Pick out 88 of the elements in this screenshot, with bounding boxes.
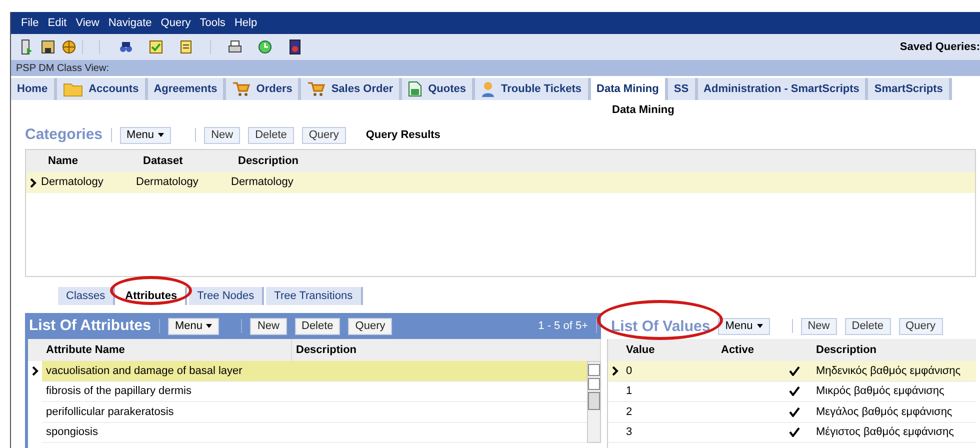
menu-button[interactable]: Menu [168, 318, 220, 334]
table-cell-text: Μικρός βαθμός εμφάνισης [815, 384, 946, 399]
toolbar-button[interactable]: Delete [248, 126, 294, 144]
column-header[interactable]: Dataset [135, 150, 230, 172]
printer-icon[interactable] [227, 39, 243, 55]
toolbar-button[interactable]: New [204, 126, 240, 144]
table-cell-text: Dermatology [40, 175, 104, 190]
clock-icon[interactable] [257, 39, 273, 55]
screen-tab[interactable]: Trouble Tickets [475, 78, 591, 100]
screen-tab[interactable]: Quotes [402, 78, 476, 100]
screen-tab[interactable]: Orders [226, 78, 302, 100]
table-cell-text: Μεγάλος βαθμός εμφάνισης [815, 404, 954, 420]
table-cell-text: Dermatology [135, 175, 200, 190]
view-tab[interactable]: Classes [58, 287, 116, 305]
menu-button[interactable]: Menu [718, 318, 770, 334]
table-cell-text: perifollicular parakeratosis [46, 404, 174, 420]
table-row[interactable]: 3 Μέγιστος βαθμός εμφάνισης [608, 422, 976, 443]
view-tab[interactable]: Tree Transitions [266, 287, 363, 305]
report-icon[interactable] [287, 39, 303, 55]
cart-icon [307, 81, 326, 97]
column-header[interactable]: Description [230, 150, 325, 172]
screen-tab[interactable]: Sales Order [301, 78, 402, 100]
column-header[interactable]: Value [622, 339, 717, 361]
caret-icon [756, 324, 763, 328]
view-tab[interactable]: Tree Nodes [189, 287, 264, 305]
table-cell-text: Μηδενικός βαθμός εμφάνισης [815, 364, 962, 378]
subview-link[interactable]: Data Mining [612, 102, 674, 118]
menu-item[interactable]: Help [234, 14, 258, 32]
applet-title: List Of Attributes [29, 316, 151, 336]
folder-icon [62, 81, 83, 97]
saved-queries-label: Saved Queries: [900, 40, 980, 55]
menu-item[interactable]: File [21, 14, 39, 32]
toolbar-button[interactable]: Query [302, 126, 346, 144]
menu-item[interactable]: Edit [48, 14, 67, 32]
scroll-bar[interactable] [587, 361, 601, 443]
screen-tab[interactable]: Accounts [56, 78, 148, 100]
toolbar-button[interactable]: Query [898, 318, 943, 334]
table-cell-text: vacuolisation and damage of basal layer [46, 364, 242, 378]
toolbar-button[interactable]: New [800, 318, 837, 334]
screen-tab[interactable]: SmartScripts [868, 78, 952, 100]
record-count: 1 - 5 of 5+ [538, 318, 588, 334]
table-row[interactable]: 0 Μηδενικός βαθμός εμφάνισης [608, 361, 976, 382]
caret-icon [158, 133, 164, 137]
menu-item[interactable]: Query [160, 14, 191, 32]
toolbar-button[interactable]: Delete [844, 318, 891, 334]
table-row[interactable]: 1 Μικρός βαθμός εμφάνισης [608, 382, 976, 402]
menu-item[interactable]: Tools [200, 14, 226, 32]
cart-icon [232, 81, 250, 97]
menu-item[interactable]: Navigate [108, 14, 152, 32]
applet-title: List Of Values [611, 318, 710, 334]
table-cell-text: spongiosis [46, 425, 98, 440]
toolbar-button[interactable]: Delete [294, 318, 340, 334]
table-cell-text: Μέγιστος βαθμός εμφάνισης [815, 425, 955, 440]
document-icon [408, 81, 422, 97]
caret-icon [206, 324, 212, 328]
table-cell-text: 0 [625, 364, 634, 378]
current-row-icon [30, 178, 36, 188]
menu-button[interactable]: Menu [120, 126, 172, 144]
menu-item[interactable]: View [76, 14, 100, 32]
screen-tab[interactable]: SS [668, 78, 698, 100]
column-header[interactable]: Name [40, 150, 135, 172]
table-row[interactable]: spongiosis [42, 422, 587, 443]
column-header[interactable]: Description [812, 339, 976, 361]
table-cell-text: fibrosis of the papillary dermis [46, 384, 192, 399]
status-text: Query Results [366, 128, 440, 143]
notes-icon[interactable] [178, 39, 194, 55]
current-row-icon [32, 366, 38, 376]
toolbar-button[interactable]: Query [348, 318, 392, 334]
toolbar-button[interactable]: New [250, 318, 286, 334]
table-row[interactable]: vacuolisation and damage of basal layer [42, 361, 587, 382]
screen-tab[interactable]: Administration - SmartScripts [698, 78, 868, 100]
table-row[interactable]: Dermatology Dermatology Dermatology [26, 172, 975, 193]
globe-icon[interactable] [61, 39, 77, 55]
column-header[interactable]: Active [717, 339, 812, 361]
binoculars-icon[interactable] [118, 39, 134, 55]
view-title: PSP DM Class View: [16, 62, 109, 76]
table-cell-text: 1 [625, 384, 634, 399]
table-row[interactable]: fibrosis of the papillary dermis [42, 382, 587, 402]
person-icon [481, 81, 496, 97]
screen-tab[interactable]: Home [11, 78, 57, 100]
table-cell-text: 2 [625, 404, 634, 420]
checklist-icon[interactable] [148, 39, 164, 55]
applet-title: Categories [25, 124, 103, 145]
screen-tab[interactable]: Agreements [148, 78, 226, 100]
current-row-icon [612, 366, 618, 376]
table-cell-text: 3 [625, 425, 634, 440]
save-icon[interactable] [40, 39, 56, 55]
table-cell-text: Dermatology [230, 175, 294, 190]
